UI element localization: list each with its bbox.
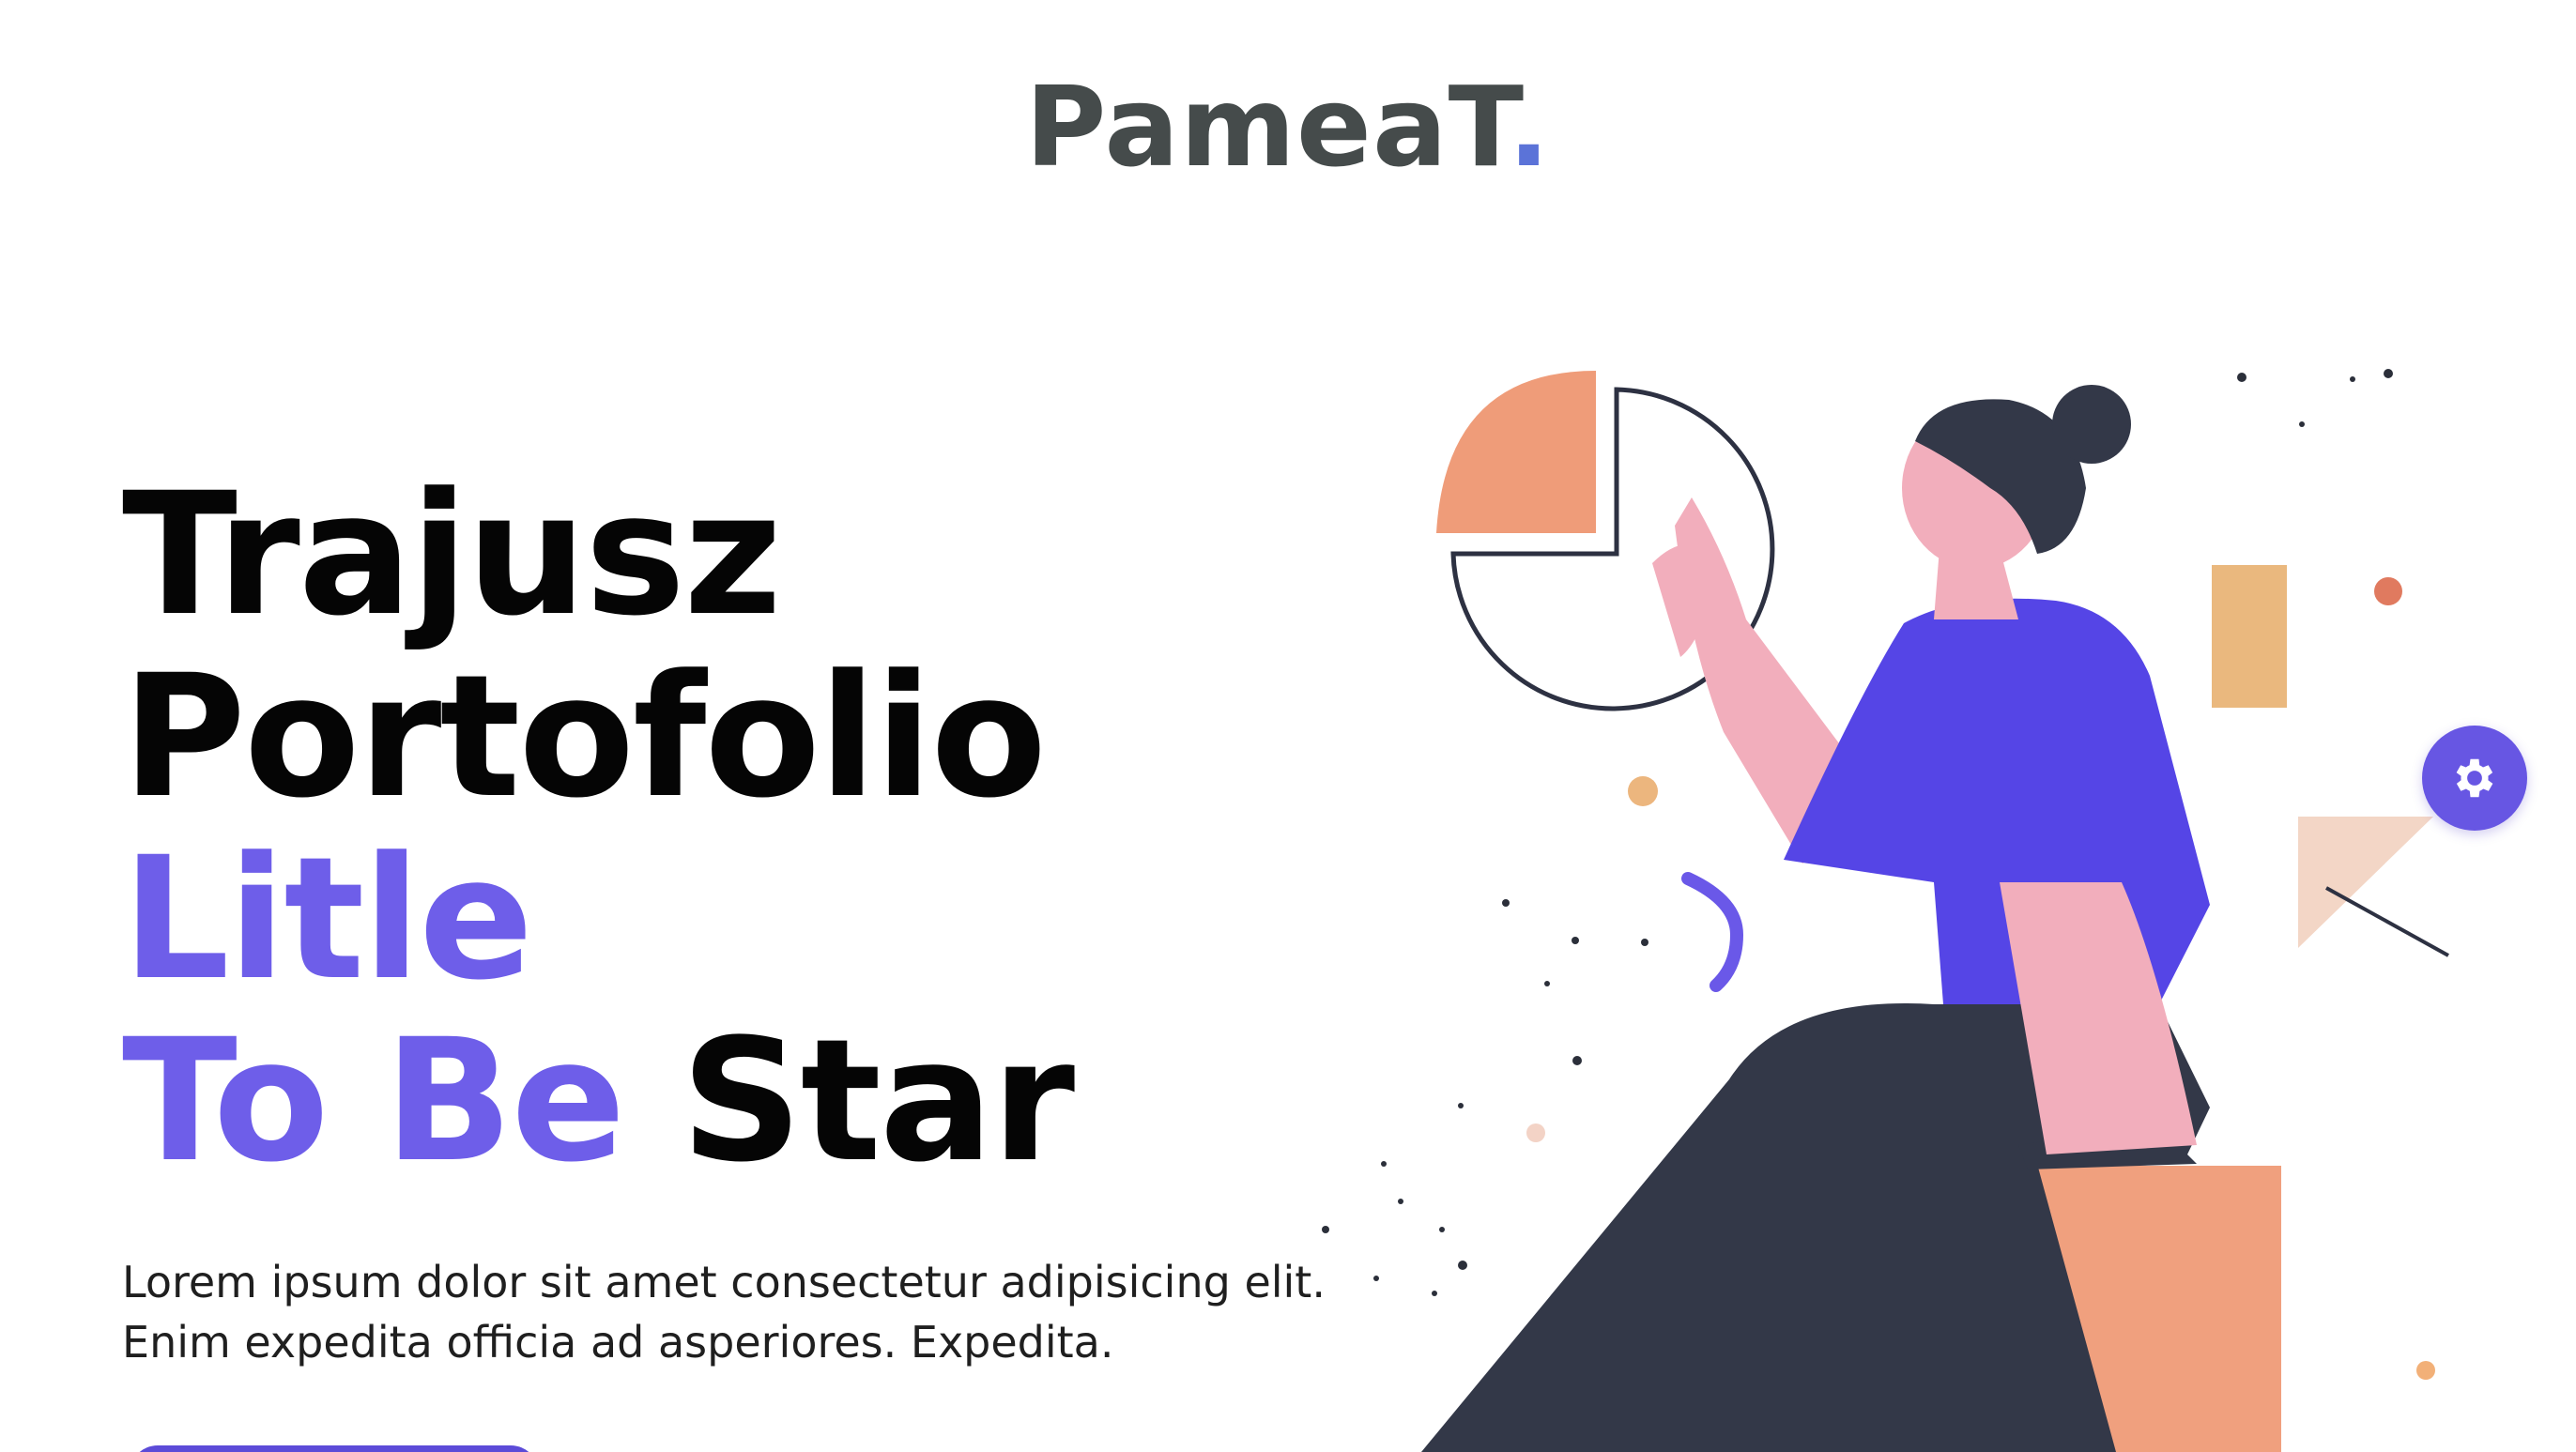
hero-title-accent: To Be <box>122 1003 625 1200</box>
hero-title-star: Star <box>681 1003 1075 1200</box>
pie-slice <box>1436 371 1596 533</box>
dot-red <box>2374 577 2402 605</box>
hero-title-line-3: Litle <box>122 821 533 1017</box>
deco-line <box>2325 886 2449 957</box>
dot-pink <box>1526 1123 1545 1142</box>
figure-shirt <box>1784 598 2210 1004</box>
hero-title: Trajusz Portofolio Litle To Be Star <box>122 457 1075 1193</box>
logo-dot: . <box>1508 62 1551 191</box>
hero-cta-button[interactable] <box>130 1445 539 1452</box>
landing-page: PameaT. Trajusz Portofolio Litle To Be S… <box>0 0 2576 1452</box>
figure-hair-bun <box>2052 385 2131 464</box>
hero-title-line-2: Portofolio <box>122 639 1047 835</box>
deco-rect <box>2212 565 2287 708</box>
settings-button[interactable] <box>2422 726 2527 831</box>
hero-description: Lorem ipsum dolor sit amet consectetur a… <box>122 1257 1326 1368</box>
hero-title-line-4: To Be Star <box>122 1011 1075 1193</box>
gear-icon <box>2456 758 2493 798</box>
site-logo[interactable]: PameaT. <box>0 56 2576 197</box>
dot-yellow <box>1628 776 1658 806</box>
deco-triangle <box>2298 817 2433 948</box>
hero-title-line-1: Trajusz <box>122 457 782 653</box>
deco-squiggle <box>1681 872 1744 992</box>
hero-illustration <box>1322 369 2449 1452</box>
logo-text: PameaT <box>1025 62 1509 191</box>
dot-orange <box>2416 1361 2435 1380</box>
